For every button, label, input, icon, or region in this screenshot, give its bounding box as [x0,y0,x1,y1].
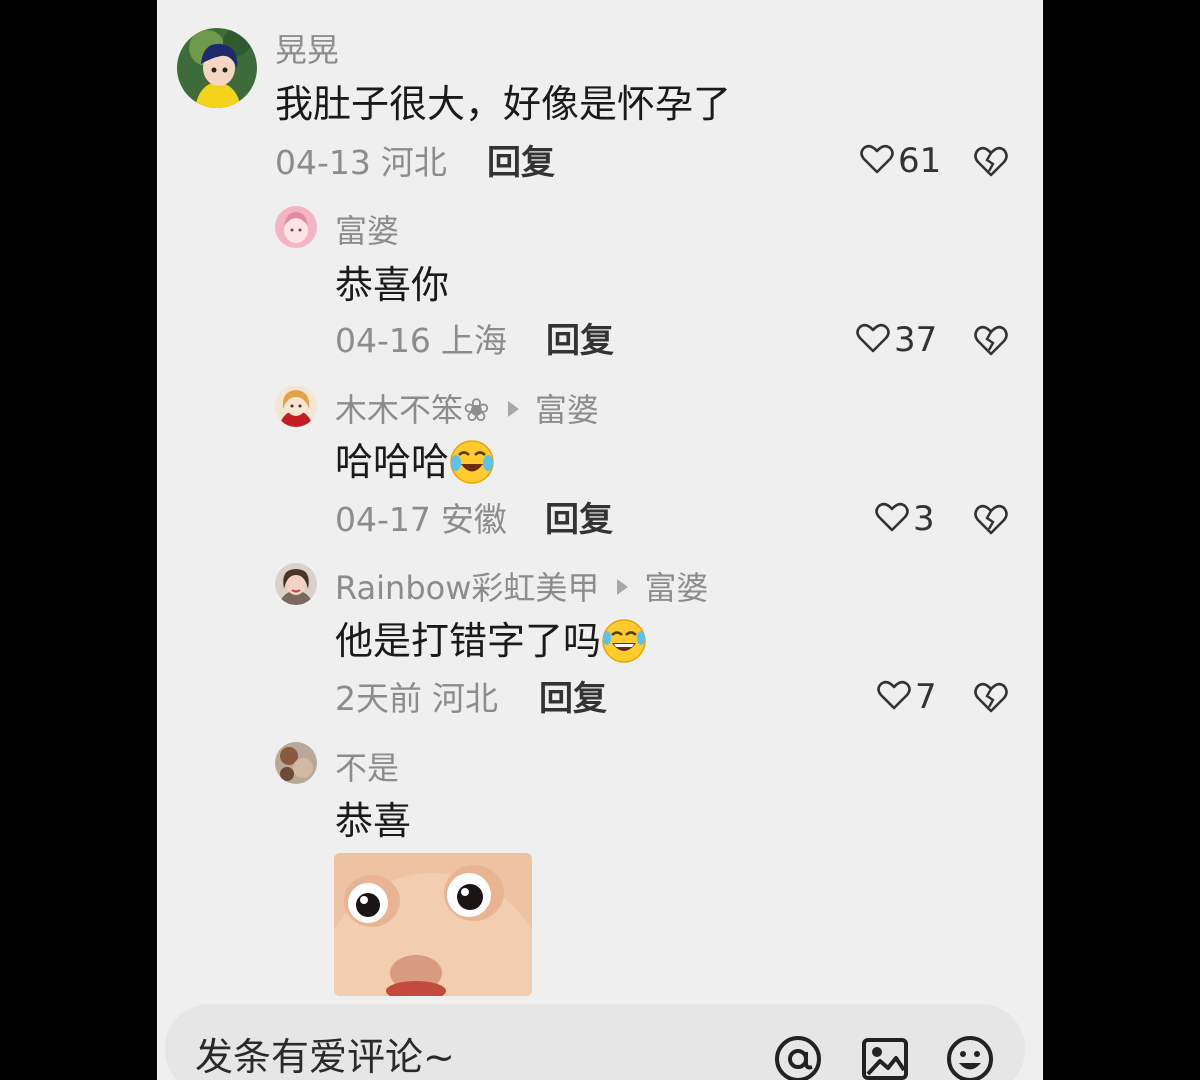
avatar[interactable] [177,28,257,108]
like-count: 61 [898,141,942,181]
broken-heart-icon [974,325,1008,356]
username[interactable]: Rainbow彩虹美甲 富婆 [335,568,708,608]
username-text[interactable]: Rainbow彩虹美甲 [335,569,599,607]
reply-button[interactable]: 回复 [539,679,607,719]
reply-to-username[interactable]: 富婆 [535,391,599,429]
comment-meta: 04-13 河北 [275,143,447,183]
reply-button[interactable]: 回复 [487,143,555,183]
heart-icon [875,501,909,537]
at-icon[interactable] [773,1034,823,1080]
comment-text: 哈哈哈 [335,438,495,488]
comment-panel: 晃晃 我肚子很大，好像是怀孕了 04-13 河北 回复 61 富婆 恭喜你 04-… [157,0,1043,1080]
laughing-crying-emoji-icon [449,439,495,485]
comment-text: 恭喜 [335,799,412,843]
reply-button[interactable]: 回复 [546,321,614,361]
comment-text: 恭喜你 [335,263,450,307]
reply-to-arrow-icon [617,579,629,595]
comment-location: 河北 [380,143,447,182]
dislike-button[interactable] [973,502,1009,536]
broken-heart-icon [974,682,1008,713]
comment-date: 04-16 [335,321,431,360]
comment-location: 河北 [432,679,498,718]
comment-date: 2天前 [335,679,422,718]
heart-icon [877,679,911,715]
comment-text: 他是打错字了吗 [335,617,647,667]
username-text[interactable]: 木木不笨❀ [335,391,490,429]
comment-date: 04-13 [275,143,371,182]
comment-input-bar: 发条有爱评论~ [157,996,1043,1080]
reply-to-arrow-icon [507,401,519,417]
comment-date: 04-17 [335,500,431,539]
username[interactable]: 晃晃 [275,30,339,70]
reply-button[interactable]: 回复 [545,500,613,540]
like-button[interactable]: 37 [856,320,937,360]
comment-meta: 04-17 安徽 [335,500,507,540]
avatar[interactable] [275,563,317,605]
comment-input[interactable]: 发条有爱评论~ [165,1004,1025,1080]
reply-to-username[interactable]: 富婆 [644,569,708,607]
dislike-button[interactable] [973,144,1009,178]
broken-heart-icon [974,146,1008,177]
username[interactable]: 木木不笨❀ 富婆 [335,390,599,430]
dislike-button[interactable] [973,680,1009,714]
like-button[interactable]: 3 [875,499,935,539]
comment-location: 上海 [440,321,507,360]
comment-meta: 04-16 上海 [335,321,507,361]
baby-face-sticker[interactable] [334,853,532,996]
comment-text: 我肚子很大，好像是怀孕了 [275,82,732,126]
like-count: 7 [915,677,937,717]
tears-of-joy-emoji-icon [601,618,647,664]
avatar[interactable] [275,206,317,248]
like-count: 3 [913,499,935,539]
comment-text-content: 哈哈哈 [335,440,450,484]
username[interactable]: 富婆 [335,211,399,251]
heart-icon [856,322,890,358]
like-button[interactable]: 7 [877,677,937,717]
dislike-button[interactable] [973,323,1009,357]
emoji-icon[interactable] [945,1034,995,1080]
comment-input-placeholder[interactable]: 发条有爱评论~ [195,1034,455,1080]
avatar[interactable] [275,385,317,427]
like-count: 37 [894,320,938,360]
avatar[interactable] [275,742,317,784]
comment-text-content: 他是打错字了吗 [335,619,602,663]
comment-location: 安徽 [440,500,507,539]
heart-icon [860,143,894,179]
comment-meta: 2天前 河北 [335,679,498,719]
broken-heart-icon [974,504,1008,535]
like-button[interactable]: 61 [860,141,941,181]
username[interactable]: 不是 [335,748,399,788]
image-icon[interactable] [860,1034,910,1080]
